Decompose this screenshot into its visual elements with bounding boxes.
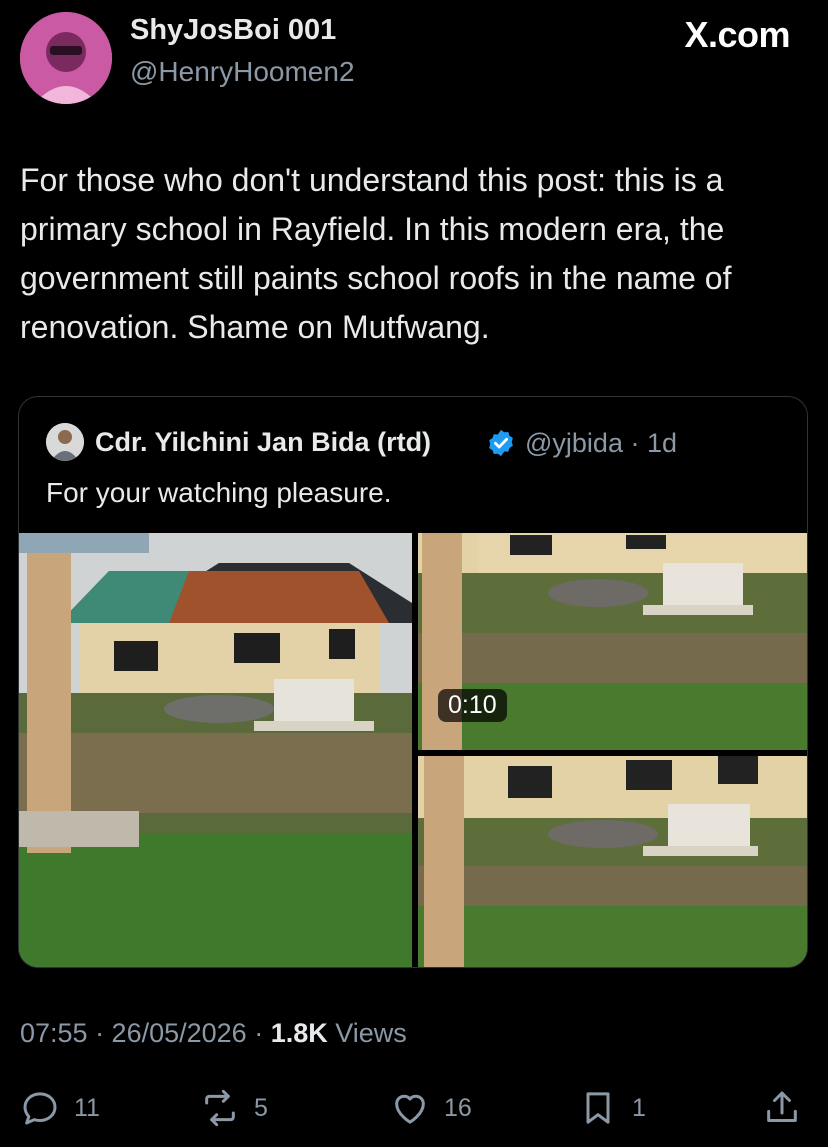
bookmark-button[interactable]: 1 — [578, 1080, 646, 1136]
quote-text: For your watching pleasure. — [46, 477, 392, 508]
repost-count: 5 — [254, 1093, 268, 1122]
author-handle[interactable]: @HenryHoomen2 — [130, 56, 355, 88]
media-photo-2[interactable] — [418, 756, 807, 967]
heart-icon — [395, 1094, 425, 1124]
reply-count: 11 — [74, 1093, 100, 1122]
media-photo-1[interactable] — [19, 533, 412, 967]
post-meta: 07:55 · 26/05/2026 · 1.8K Views — [20, 1018, 407, 1049]
like-count: 16 — [444, 1093, 472, 1122]
action-bar: 11 5 16 1 — [0, 1080, 828, 1136]
brand-watermark: X.com — [684, 14, 790, 55]
media-video[interactable]: 0:10 — [418, 533, 807, 750]
quoted-post[interactable]: Cdr. Yilchini Jan Bida (rtd) @yjbida · 1… — [18, 396, 808, 968]
video-duration: 0:10 — [438, 689, 507, 722]
share-icon — [767, 1091, 797, 1122]
like-button[interactable]: 16 — [390, 1080, 472, 1136]
post-text: For those who don't understand this post… — [20, 162, 732, 345]
verified-badge-icon — [489, 429, 513, 457]
author-display-name[interactable]: ShyJosBoi 001 — [130, 14, 336, 47]
quote-author-name[interactable]: Cdr. Yilchini Jan Bida (rtd) — [95, 427, 431, 458]
repost-icon — [205, 1089, 235, 1127]
reply-button[interactable]: 11 — [20, 1080, 100, 1136]
reply-icon — [23, 1092, 57, 1125]
bookmark-icon — [586, 1092, 610, 1124]
quote-author-avatar[interactable] — [46, 423, 84, 461]
bookmark-count: 1 — [632, 1093, 646, 1122]
quote-handle-time[interactable]: @yjbida · 1d — [525, 428, 677, 459]
author-avatar[interactable] — [20, 12, 112, 104]
share-button[interactable] — [762, 1080, 816, 1136]
views-count: 1.8K — [270, 1018, 328, 1048]
views-label: Views — [327, 1018, 407, 1048]
repost-button[interactable]: 5 — [200, 1080, 268, 1136]
post-time-date[interactable]: 07:55 · 26/05/2026 · — [20, 1018, 271, 1048]
media-grid[interactable]: 0:10 — [19, 533, 807, 967]
